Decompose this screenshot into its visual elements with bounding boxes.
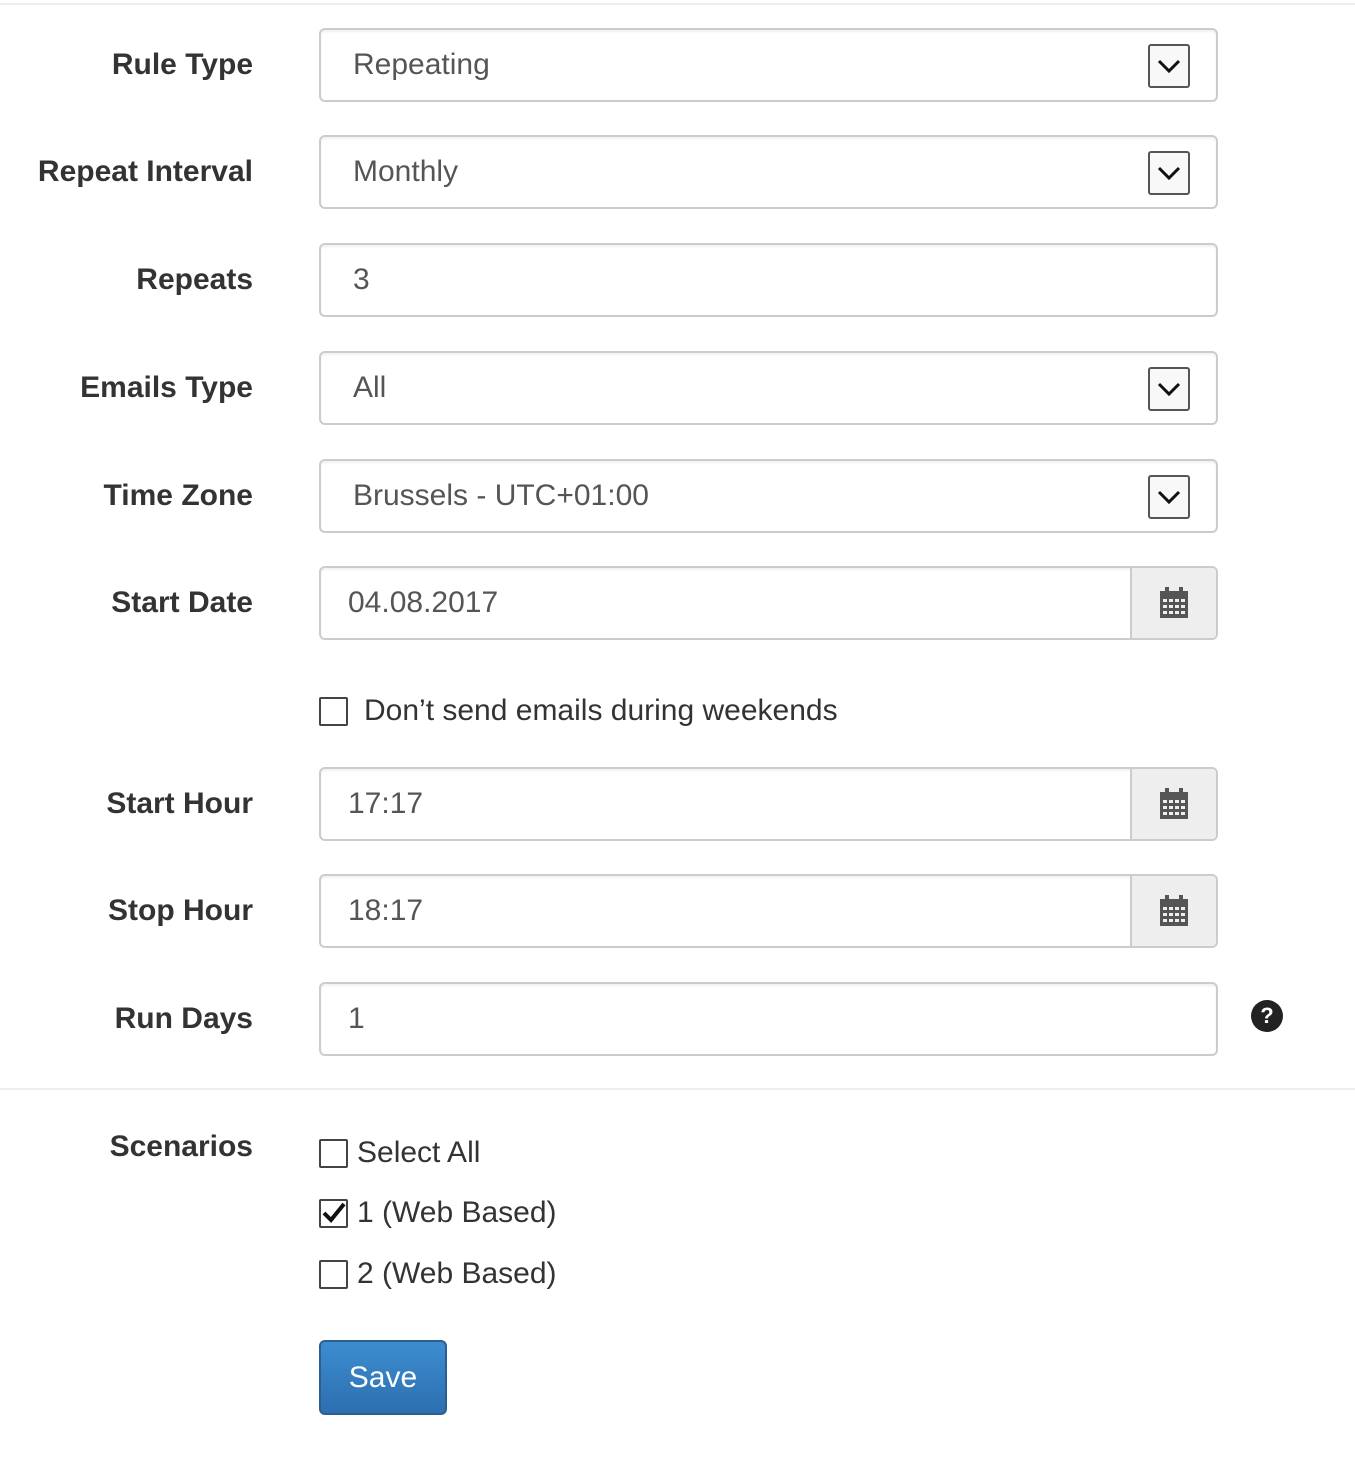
weekends-label: Don’t send emails during weekends: [364, 694, 838, 727]
start-hour-label: Start Hour: [106, 787, 253, 820]
checkmark-icon: [322, 1202, 346, 1223]
repeats-label: Repeats: [136, 263, 253, 296]
run-days-value: 1: [348, 1002, 365, 1035]
scenario-select-all[interactable]: Select All: [319, 1136, 480, 1170]
chevron-down-icon[interactable]: [1148, 44, 1190, 88]
select-all-checkbox[interactable]: [319, 1138, 348, 1168]
calendar-button[interactable]: [1130, 568, 1216, 638]
run-days-label: Run Days: [114, 1002, 253, 1035]
weekends-checkbox-row[interactable]: Don’t send emails during weekends: [319, 694, 838, 728]
scenario-1-checkbox[interactable]: [319, 1198, 348, 1228]
rule-type-row: Rule Type Repeating: [0, 28, 1355, 102]
scenario-item-2[interactable]: 2 (Web Based): [319, 1257, 557, 1291]
time-zone-row: Time Zone Brussels - UTC+01:00: [0, 459, 1355, 533]
rule-type-label: Rule Type: [111, 48, 253, 81]
start-date-input[interactable]: 04.08.2017: [321, 586, 1130, 620]
scenario-2-checkbox[interactable]: [319, 1259, 348, 1289]
stop-hour-input-group: 18:17: [319, 874, 1218, 948]
repeats-input[interactable]: 3: [319, 243, 1218, 317]
start-date-input-group: 04.08.2017: [319, 566, 1218, 640]
calendar-icon: [1160, 587, 1188, 618]
scenario-item-1[interactable]: 1 (Web Based): [319, 1196, 557, 1230]
scenarios-label: Scenarios: [109, 1130, 253, 1163]
chevron-down-icon[interactable]: [1148, 151, 1190, 195]
repeats-row: Repeats 3: [0, 243, 1355, 317]
start-hour-row: Start Hour 17:17: [0, 767, 1355, 841]
start-date-label: Start Date: [111, 586, 253, 619]
save-button[interactable]: Save: [319, 1340, 447, 1415]
start-hour-input-group: 17:17: [319, 767, 1218, 841]
emails-type-value: All: [353, 371, 387, 404]
time-zone-value: Brussels - UTC+01:00: [353, 479, 649, 512]
repeat-interval-label: Repeat Interval: [37, 155, 253, 188]
stop-hour-row: Stop Hour 18:17: [0, 874, 1355, 948]
scenario-1-label: 1 (Web Based): [357, 1196, 557, 1229]
start-date-row: Start Date 04.08.2017: [0, 566, 1355, 640]
time-picker-button[interactable]: [1130, 769, 1216, 839]
stop-hour-label: Stop Hour: [108, 894, 253, 927]
repeats-value: 3: [353, 263, 370, 296]
rule-type-value: Repeating: [353, 48, 490, 81]
chevron-down-icon[interactable]: [1148, 475, 1190, 519]
calendar-icon: [1160, 895, 1188, 926]
repeat-interval-value: Monthly: [353, 155, 459, 188]
emails-type-label: Emails Type: [80, 371, 253, 404]
calendar-icon: [1160, 788, 1188, 819]
run-days-input[interactable]: 1: [319, 982, 1218, 1056]
section-divider: [0, 1088, 1355, 1090]
scenario-2-label: 2 (Web Based): [357, 1257, 557, 1290]
question-circle-icon[interactable]: ?: [1251, 1000, 1283, 1032]
select-all-label: Select All: [357, 1136, 481, 1169]
stop-hour-input[interactable]: 18:17: [321, 894, 1130, 928]
repeat-interval-row: Repeat Interval Monthly: [0, 135, 1355, 209]
repeat-interval-select[interactable]: Monthly: [319, 135, 1218, 209]
time-zone-label: Time Zone: [103, 479, 253, 512]
emails-type-row: Emails Type All: [0, 351, 1355, 425]
time-picker-button[interactable]: [1130, 876, 1216, 946]
top-divider: [0, 3, 1355, 5]
rule-type-select[interactable]: Repeating: [319, 28, 1218, 102]
chevron-down-icon[interactable]: [1148, 367, 1190, 411]
weekends-checkbox[interactable]: [319, 696, 348, 726]
time-zone-select[interactable]: Brussels - UTC+01:00: [319, 459, 1218, 533]
emails-type-select[interactable]: All: [319, 351, 1218, 425]
start-hour-input[interactable]: 17:17: [321, 787, 1130, 821]
run-days-row: Run Days 1: [0, 982, 1355, 1056]
